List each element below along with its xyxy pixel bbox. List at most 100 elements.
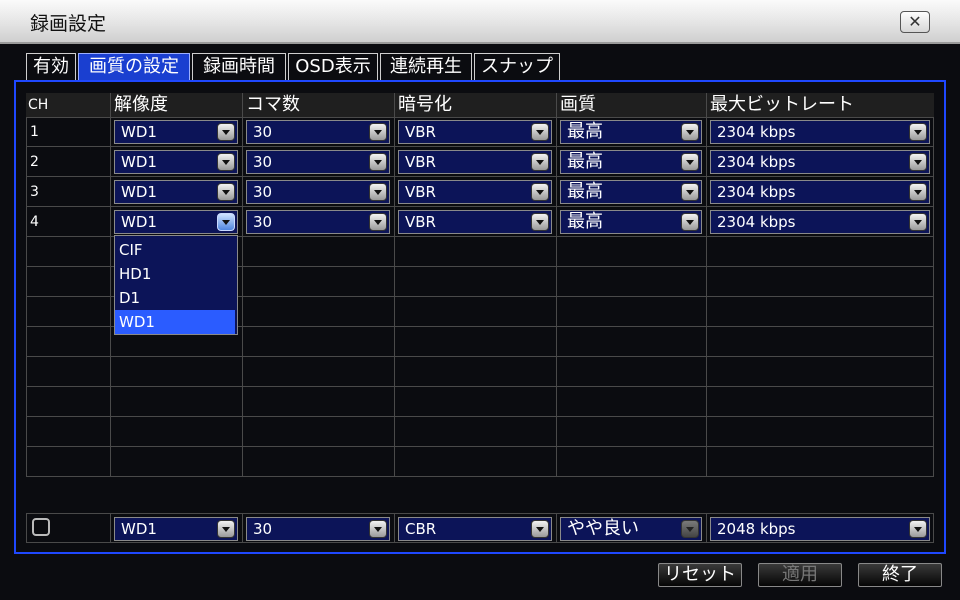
- tab-quality-settings[interactable]: 画質の設定: [78, 53, 190, 81]
- tab-enable[interactable]: 有効: [26, 53, 76, 81]
- chevron-down-icon[interactable]: [909, 123, 927, 141]
- frame-rate-select[interactable]: 30: [246, 180, 390, 204]
- grid-line: [706, 513, 707, 543]
- frame-rate-select[interactable]: 30: [246, 210, 390, 234]
- chevron-down-icon[interactable]: [217, 520, 235, 538]
- chevron-down-icon[interactable]: [909, 183, 927, 201]
- quality-select[interactable]: 最高: [560, 180, 702, 204]
- dropdown-option-d1[interactable]: D1: [115, 286, 235, 310]
- title-bar: 録画設定 ✕: [0, 0, 960, 44]
- grid-line: [26, 117, 934, 118]
- chevron-down-icon[interactable]: [217, 123, 235, 141]
- chevron-down-icon[interactable]: [681, 183, 699, 201]
- select-value: 30: [253, 213, 273, 231]
- grid-line: [26, 356, 934, 357]
- channel-number: 3: [30, 184, 39, 200]
- chevron-down-icon[interactable]: [681, 153, 699, 171]
- all-quality-select[interactable]: やや良い: [560, 517, 702, 541]
- chevron-down-icon[interactable]: [369, 213, 387, 231]
- apply-all-checkbox[interactable]: [32, 518, 50, 536]
- header-resolution: 解像度: [114, 94, 168, 115]
- grid-line: [110, 513, 111, 543]
- select-value: 最高: [567, 181, 603, 202]
- chevron-down-icon[interactable]: [217, 153, 235, 171]
- select-value: 最高: [567, 211, 603, 232]
- dropdown-option-hd1[interactable]: HD1: [115, 262, 235, 286]
- bitrate-select[interactable]: 2304 kbps: [710, 120, 930, 144]
- encoding-select[interactable]: VBR: [398, 120, 552, 144]
- chevron-down-icon[interactable]: [531, 153, 549, 171]
- bitrate-select[interactable]: 2304 kbps: [710, 150, 930, 174]
- select-value: 最高: [567, 151, 603, 172]
- window-title: 録画設定: [30, 13, 107, 35]
- chevron-down-icon[interactable]: [681, 213, 699, 231]
- encoding-select[interactable]: VBR: [398, 150, 552, 174]
- select-value: 最高: [567, 121, 603, 142]
- select-value: 30: [253, 520, 273, 538]
- chevron-down-icon[interactable]: [369, 520, 387, 538]
- select-value: 2304 kbps: [717, 123, 796, 141]
- header-quality: 画質: [560, 94, 596, 115]
- dropdown-option-wd1[interactable]: WD1: [115, 310, 235, 334]
- select-value: やや良い: [567, 518, 639, 539]
- grid-line: [26, 446, 934, 447]
- quality-select[interactable]: 最高: [560, 210, 702, 234]
- select-value: 2304 kbps: [717, 213, 796, 231]
- grid-line: [26, 176, 934, 177]
- quality-select[interactable]: 最高: [560, 120, 702, 144]
- close-button[interactable]: ✕: [900, 11, 930, 33]
- resolution-select-open[interactable]: WD1: [114, 210, 238, 234]
- chevron-down-icon[interactable]: [369, 123, 387, 141]
- tab-record-schedule[interactable]: 録画時間: [192, 53, 286, 81]
- chevron-down-icon[interactable]: [369, 183, 387, 201]
- chevron-down-icon[interactable]: [681, 123, 699, 141]
- grid-line: [394, 93, 395, 477]
- select-value: WD1: [121, 123, 157, 141]
- select-value: 30: [253, 153, 273, 171]
- chevron-down-icon[interactable]: [909, 213, 927, 231]
- frame-rate-select[interactable]: 30: [246, 120, 390, 144]
- quality-select[interactable]: 最高: [560, 150, 702, 174]
- chevron-down-icon[interactable]: [217, 183, 235, 201]
- grid-line: [26, 146, 934, 147]
- chevron-down-icon[interactable]: [217, 213, 235, 231]
- channel-number: 1: [30, 124, 39, 140]
- dropdown-option-cif[interactable]: CIF: [115, 238, 235, 262]
- encoding-select[interactable]: VBR: [398, 180, 552, 204]
- grid-line: [556, 513, 557, 543]
- tab-continuous-playback[interactable]: 連続再生: [380, 53, 472, 81]
- all-resolution-select[interactable]: WD1: [114, 517, 238, 541]
- chevron-down-icon[interactable]: [531, 213, 549, 231]
- encoding-select[interactable]: VBR: [398, 210, 552, 234]
- resolution-select[interactable]: WD1: [114, 180, 238, 204]
- grid-line: [26, 386, 934, 387]
- reset-button[interactable]: リセット: [658, 563, 742, 587]
- resolution-select[interactable]: WD1: [114, 120, 238, 144]
- select-value: 2304 kbps: [717, 183, 796, 201]
- chevron-down-icon[interactable]: [531, 183, 549, 201]
- exit-button[interactable]: 終了: [858, 563, 942, 587]
- apply-button[interactable]: 適用: [758, 563, 842, 587]
- select-value: 2304 kbps: [717, 153, 796, 171]
- select-value: VBR: [405, 153, 436, 171]
- chevron-down-icon[interactable]: [909, 153, 927, 171]
- chevron-down-icon[interactable]: [681, 520, 699, 538]
- grid-line: [556, 93, 557, 477]
- all-encoding-select[interactable]: CBR: [398, 517, 552, 541]
- bitrate-select[interactable]: 2304 kbps: [710, 180, 930, 204]
- frame-rate-select[interactable]: 30: [246, 150, 390, 174]
- select-value: CBR: [405, 520, 437, 538]
- all-frame-rate-select[interactable]: 30: [246, 517, 390, 541]
- resolution-select[interactable]: WD1: [114, 150, 238, 174]
- tab-snapshot[interactable]: スナップ: [474, 53, 560, 81]
- header-ch: CH: [28, 97, 49, 113]
- all-bitrate-select[interactable]: 2048 kbps: [710, 517, 930, 541]
- grid-line: [706, 93, 707, 477]
- tab-osd-display[interactable]: OSD表示: [288, 53, 378, 81]
- bitrate-select[interactable]: 2304 kbps: [710, 210, 930, 234]
- chevron-down-icon[interactable]: [531, 520, 549, 538]
- select-value: WD1: [121, 213, 157, 231]
- chevron-down-icon[interactable]: [909, 520, 927, 538]
- chevron-down-icon[interactable]: [369, 153, 387, 171]
- chevron-down-icon[interactable]: [531, 123, 549, 141]
